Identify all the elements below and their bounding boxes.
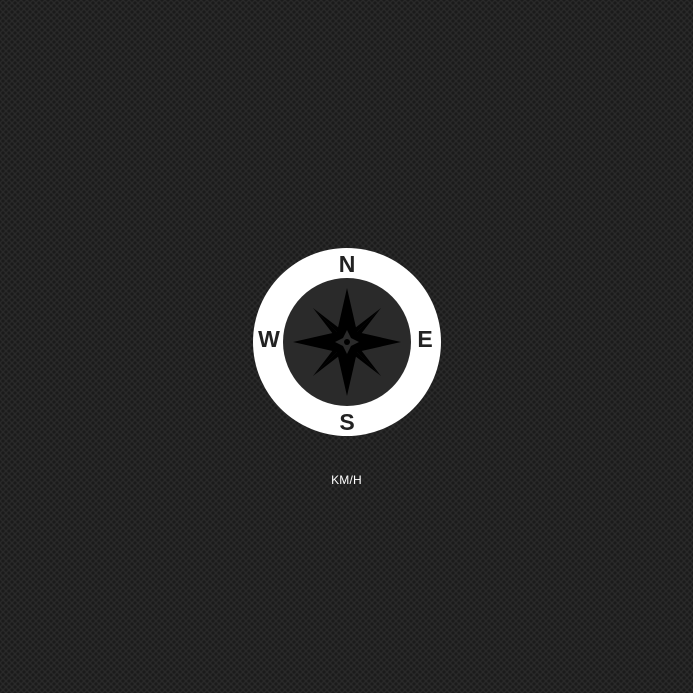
compass-center-dot xyxy=(344,339,350,345)
compass-label-north: N xyxy=(339,251,356,277)
compass-label-west: W xyxy=(258,326,280,352)
compass-rose-icon: N E S W xyxy=(253,248,441,436)
compass-widget: N E S W xyxy=(253,248,441,436)
speed-unit-label: KM/H xyxy=(331,473,362,487)
compass-label-south: S xyxy=(339,409,354,435)
compass-label-east: E xyxy=(417,326,432,352)
